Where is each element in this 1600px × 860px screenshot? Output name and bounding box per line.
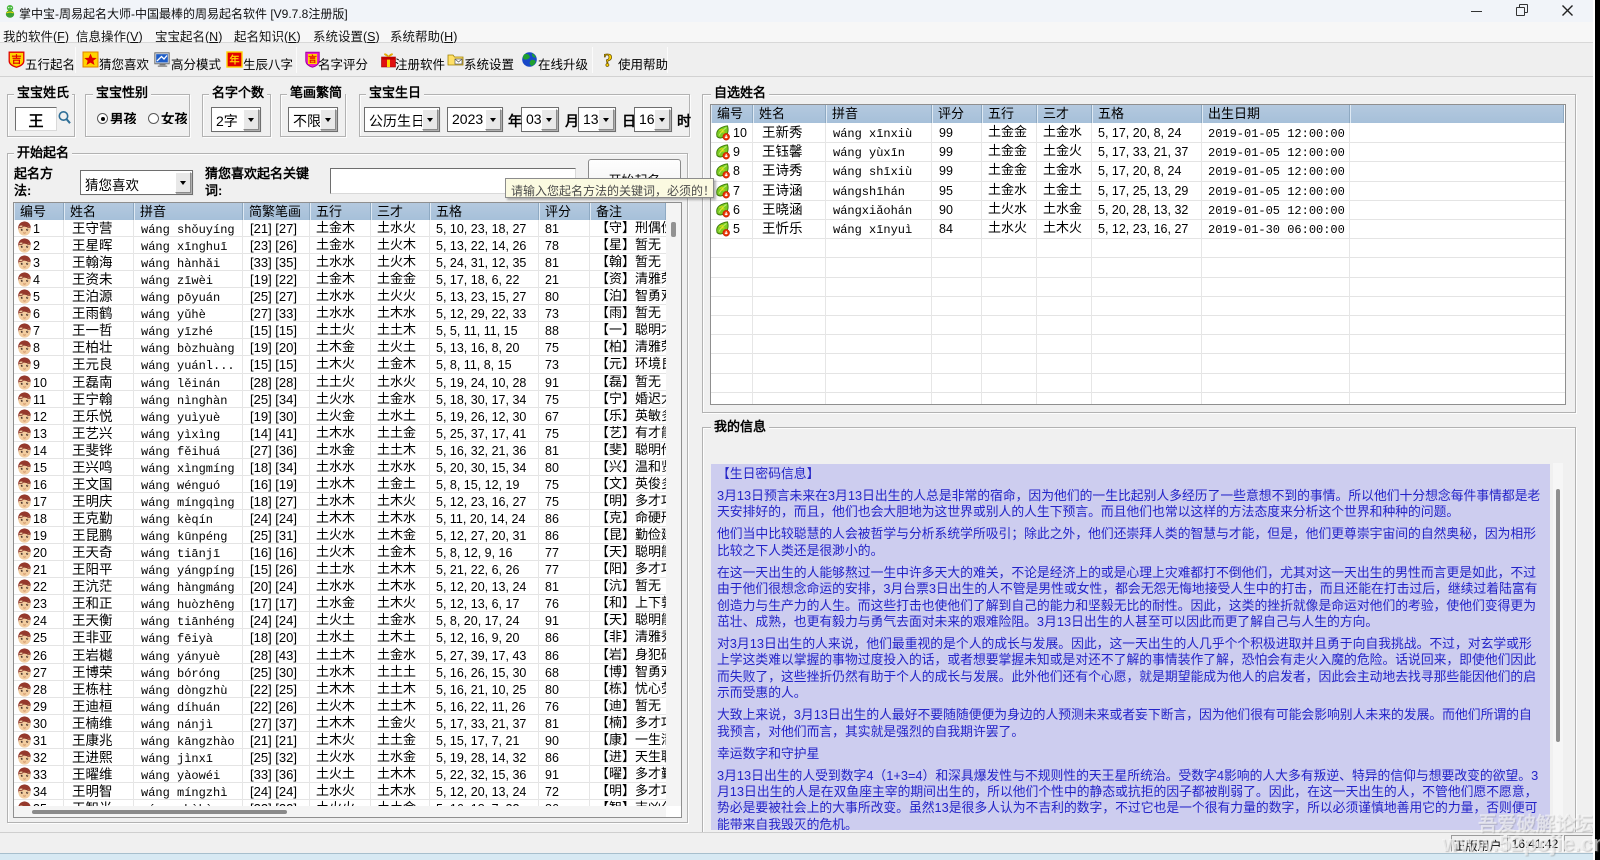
svg-text:言: 言 [308, 54, 317, 64]
svg-text:年: 年 [230, 54, 240, 67]
svg-text:吉: 吉 [12, 53, 22, 66]
svg-text:?: ? [603, 51, 613, 69]
